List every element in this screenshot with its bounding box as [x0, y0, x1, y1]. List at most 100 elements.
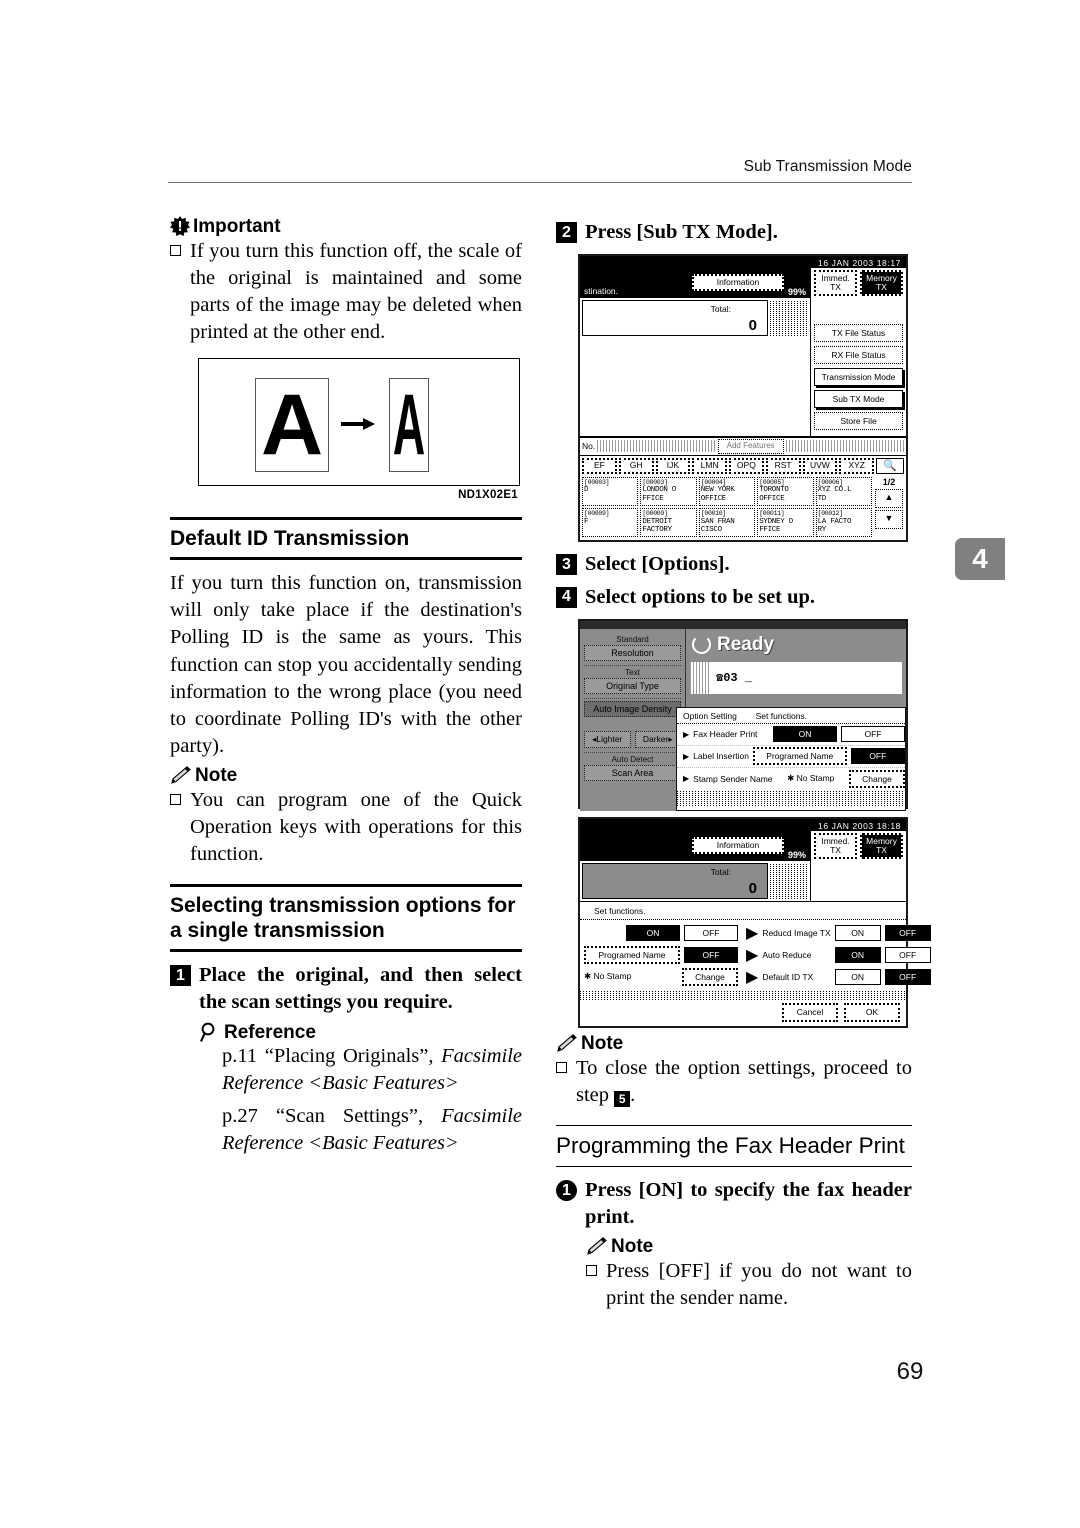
destination-key[interactable]: [00005] TORONTO OFFICE — [757, 476, 814, 506]
alpha-key-lmn[interactable]: LMN — [692, 457, 727, 474]
set-functions-actions: Cancel OK — [580, 1000, 906, 1026]
destination-key[interactable]: [00011] SYDNEY O FFICE — [757, 507, 814, 538]
label-insertion-programed-name-button[interactable]: Programed Name — [752, 747, 847, 766]
destination-key[interactable]: [00004] NEW YORK OFFICE — [698, 476, 756, 506]
store-file-button[interactable]: Store File — [814, 411, 903, 430]
destination-key[interactable]: [00003] LONDON O FFICE — [640, 476, 697, 506]
scroll-up-icon[interactable]: ▲ — [875, 488, 903, 508]
sf-change-button[interactable]: Change — [682, 967, 738, 986]
note-label-row-right: Note — [556, 1034, 912, 1053]
option-dialog-footer-hatch — [677, 789, 905, 806]
destination-key[interactable]: [00006] XYZ CO.L TD — [815, 476, 872, 506]
fax-header-print-off-button[interactable]: OFF — [841, 726, 905, 743]
alpha-key-opq[interactable]: OPQ — [729, 457, 764, 474]
cancel-button[interactable]: Cancel — [782, 1002, 838, 1022]
figure-result-glyph: A — [392, 378, 426, 473]
fax-header-step-1: 1 Press [ON] to specify the fax header p… — [556, 1177, 912, 1230]
lcd1-hatch-block — [770, 299, 808, 336]
original-type-button[interactable]: Original Type — [584, 677, 681, 694]
destination-key[interactable]: [00012] LA FACTO RY — [815, 507, 872, 538]
add-features-button[interactable]: Add Features — [717, 438, 784, 454]
auto-image-density-button[interactable]: Auto Image Density — [584, 700, 681, 717]
sf-fax-header-on-button[interactable]: ON — [626, 924, 680, 941]
tx-file-status-button[interactable]: TX File Status — [814, 323, 903, 342]
rx-file-status-button[interactable]: RX File Status — [814, 345, 903, 364]
lcd1-search-field[interactable] — [597, 440, 716, 453]
section-programming-fax-header: Programming the Fax Header Print — [556, 1124, 912, 1168]
stamp-sender-change-button[interactable]: Change — [849, 769, 905, 788]
lcd1-side-gap — [814, 296, 903, 324]
lcd1-search-field-2[interactable] — [785, 440, 905, 453]
immediate-tx-button[interactable]: Immed. TX — [814, 269, 857, 296]
information-button[interactable]: Information — [691, 274, 784, 292]
search-icon[interactable]: 🔍 — [876, 457, 904, 474]
bullet-square-icon — [556, 1061, 567, 1073]
lighter-button[interactable]: ◂Lighter — [584, 730, 631, 748]
destination-key[interactable]: [00009] DETROIT FACTORY — [640, 507, 697, 538]
sf-auto-reduce-off-button[interactable]: OFF — [884, 946, 931, 963]
section-rule-bottom — [556, 1165, 912, 1168]
sf-fax-header-off-button[interactable]: OFF — [684, 924, 738, 941]
sf-default-id-on-button[interactable]: ON — [834, 968, 881, 985]
lcd3-upper: Information 99% Total: 0 Immed. TX Memor… — [580, 830, 906, 901]
option-label: Label Insertion — [693, 751, 749, 762]
destination-key[interactable]: [00003] D — [582, 476, 639, 506]
information-button[interactable]: Information — [691, 837, 784, 855]
note-label-row-fax-header: Note — [586, 1237, 912, 1256]
sf-reduced-image-on-button[interactable]: ON — [834, 924, 881, 941]
resolution-button[interactable]: Resolution — [584, 644, 681, 661]
sf-label-insertion-off-button[interactable]: OFF — [684, 946, 738, 963]
entry-number-value: 03 — [723, 671, 738, 686]
density-adjust-row: ◂Lighter Darker▸ — [584, 730, 681, 748]
memory-tx-button[interactable]: Memory TX — [860, 269, 903, 296]
scroll-down-icon[interactable]: ▼ — [875, 509, 903, 529]
note-bullet-post: . — [630, 1083, 636, 1106]
memory-tx-button[interactable]: Memory TX — [860, 832, 903, 859]
page-number: 69 — [896, 1358, 924, 1385]
note-bullet-text: To close the option settings, proceed to… — [576, 1055, 912, 1109]
set-functions-title: Set functions. — [580, 904, 906, 920]
number-entry-field[interactable]: ☎03 _ — [690, 661, 902, 694]
note-pencil-icon — [586, 1236, 608, 1256]
lcd3-status-message — [584, 859, 688, 861]
note-bullet-text: Press [OFF] if you do not want to print … — [606, 1259, 912, 1309]
destination-line2: FFICE — [759, 526, 781, 535]
destination-line1: TORONTO — [759, 486, 789, 495]
alpha-key-rst[interactable]: RST — [765, 457, 801, 474]
sub-tx-mode-button[interactable]: Sub TX Mode — [814, 389, 903, 408]
alpha-key-gh[interactable]: GH — [618, 457, 654, 474]
destination-line1: LONDON O — [642, 486, 676, 495]
destination-line2: TD — [817, 495, 827, 504]
alpha-key-xyz[interactable]: XYZ — [839, 457, 874, 474]
sf-default-id-off-button[interactable]: OFF — [884, 968, 931, 985]
reference-label-row: Reference — [199, 1022, 522, 1042]
lcd3-side-panel: Immed. TX Memory TX — [810, 830, 906, 901]
alpha-key-uvw[interactable]: UVW — [802, 457, 838, 474]
fax-header-print-on-button[interactable]: ON — [773, 726, 837, 743]
alpha-key-ef[interactable]: EF — [582, 457, 617, 474]
memory-tx-line2: TX — [876, 281, 887, 292]
sf-reduced-image-off-button[interactable]: OFF — [884, 924, 931, 941]
immediate-tx-button[interactable]: Immed. TX — [814, 832, 857, 859]
sf-programed-name-button[interactable]: Programed Name — [584, 945, 680, 964]
sf-auto-reduce-on-button[interactable]: ON — [834, 946, 881, 963]
reference-item-1-plain: p.11 “Placing Originals”, — [222, 1044, 442, 1067]
alpha-key-ijk[interactable]: IJK — [655, 457, 691, 474]
immediate-tx-line2: TX — [830, 844, 841, 855]
important-bullet-text: If you turn this function off, the scale… — [190, 240, 522, 344]
sf-label: Reducd Image TX — [762, 927, 831, 938]
lcd1-total-value: 0 — [748, 316, 757, 334]
ok-button[interactable]: OK — [844, 1002, 900, 1022]
darker-button[interactable]: Darker▸ — [634, 730, 681, 748]
destination-key[interactable]: [00010] SAN FRAN CISCO — [698, 507, 756, 538]
inline-step-number: 5 — [614, 1090, 631, 1107]
destination-line1: NEW YORK — [700, 486, 735, 495]
label-insertion-off-button[interactable]: OFF — [850, 748, 905, 765]
figure-result-page: A — [389, 378, 429, 473]
note-bullet-fax-header: Press [OFF] if you do not want to print … — [586, 1258, 912, 1312]
step-text: Press [Sub TX Mode]. — [585, 221, 778, 243]
destination-key[interactable]: [00009] F — [582, 507, 639, 538]
transmission-mode-button[interactable]: Transmission Mode — [814, 367, 903, 386]
scan-area-button[interactable]: Scan Area — [584, 764, 681, 781]
sf-row-stamp-sender: ✱ No Stamp Change — [584, 966, 738, 988]
